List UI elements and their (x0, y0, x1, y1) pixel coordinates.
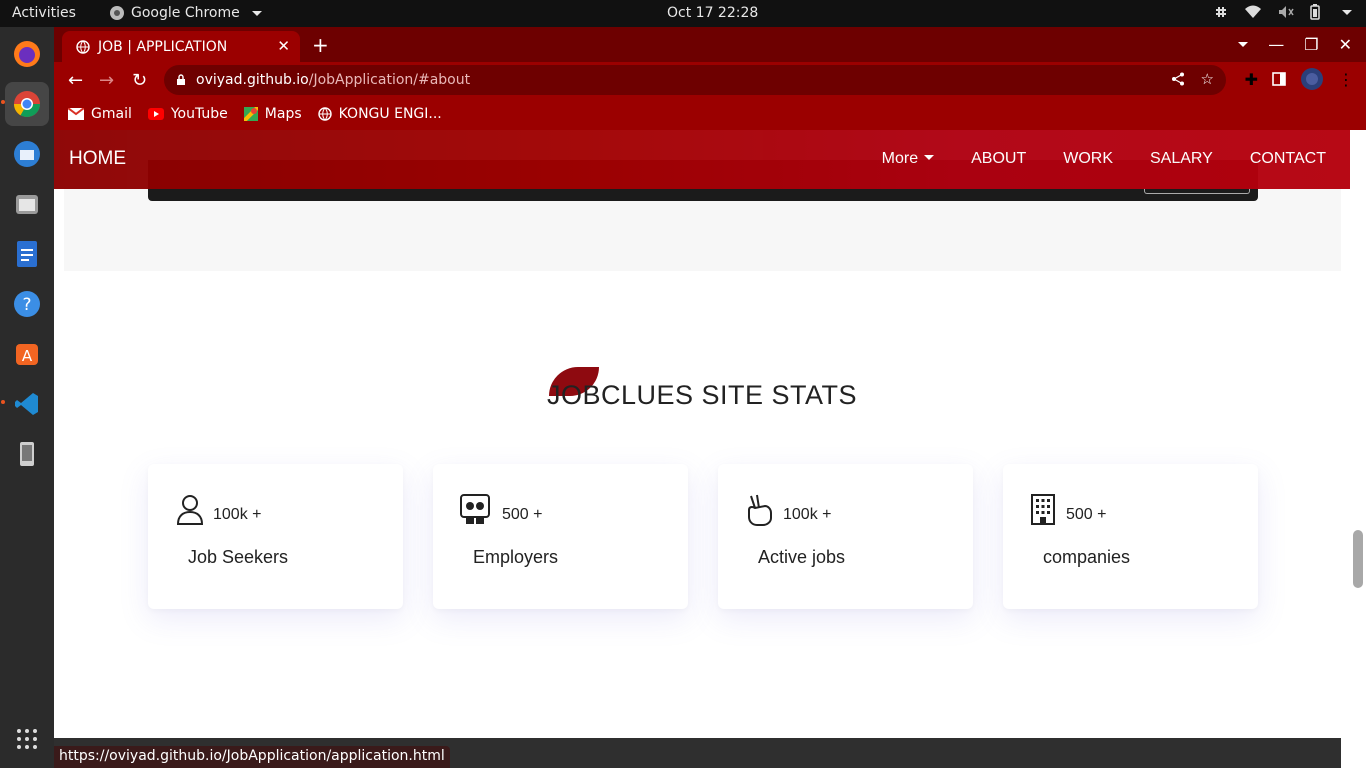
maps-icon (243, 107, 258, 121)
nav-more-label: More (881, 150, 919, 167)
tab-strip: JOB | APPLICATION ✕ + — ❐ ✕ (54, 27, 1366, 62)
tab-search-icon[interactable] (1238, 42, 1249, 47)
stat-card-active-jobs: 100k + Active jobs (718, 464, 973, 609)
stat-label: Job Seekers (188, 547, 289, 567)
writer-icon[interactable] (5, 232, 49, 276)
back-arrow-icon[interactable]: ← (68, 70, 83, 91)
close-window-icon[interactable]: ✕ (1339, 35, 1352, 54)
device-icon[interactable] (5, 432, 49, 476)
stat-card-companies: 500 + companies (1003, 464, 1258, 609)
stats-title: JOBCLUES SITE STATS (546, 380, 858, 410)
battery-icon[interactable] (1310, 4, 1320, 20)
chevron-down-icon (924, 155, 935, 160)
bookmark-maps[interactable]: Maps (243, 106, 302, 122)
address-bar[interactable]: oviyad.github.io/JobApplication/#about ☆ (164, 65, 1226, 95)
slack-icon[interactable] (1214, 5, 1228, 19)
firefox-icon[interactable] (5, 32, 49, 76)
tab-job-application[interactable]: JOB | APPLICATION ✕ (62, 31, 300, 62)
url-path: /JobApplication/#about (308, 72, 471, 88)
chevron-down-icon (251, 10, 262, 16)
globe-icon (317, 107, 332, 121)
software-store-icon[interactable]: A (5, 332, 49, 376)
nav-salary-link[interactable]: SALARY (1150, 150, 1213, 168)
files-icon[interactable] (5, 182, 49, 226)
scrollbar-thumb[interactable] (1353, 530, 1363, 588)
activities-button[interactable]: Activities (12, 5, 76, 21)
system-tray[interactable] (1214, 4, 1352, 20)
help-icon[interactable]: ? (5, 282, 49, 326)
lock-icon[interactable] (176, 73, 186, 86)
nav-menu: More ABOUT WORK SALARY CONTACT (882, 150, 1326, 168)
bookmark-gmail[interactable]: Gmail (68, 106, 132, 122)
employers-icon (460, 494, 490, 524)
site-navbar: HOME More ABOUT WORK SALARY CONTACT (54, 130, 1350, 189)
bookmarks-bar: Gmail YouTube Maps KONGU ENGI... (54, 98, 1366, 130)
building-icon (1031, 494, 1055, 525)
youtube-icon (147, 108, 164, 120)
chrome-menu-icon[interactable]: ⋮ (1338, 70, 1354, 89)
svg-text:?: ? (22, 295, 31, 315)
stat-label: Active jobs (758, 547, 846, 567)
url-host: oviyad.github.io (196, 72, 309, 88)
share-icon[interactable] (1171, 72, 1185, 86)
side-panel-icon[interactable] (1272, 72, 1286, 86)
toolbar-actions: ✚ ⋮ (1245, 67, 1354, 91)
clock[interactable]: Oct 17 22:28 (667, 5, 758, 21)
volume-icon[interactable] (1278, 5, 1294, 19)
system-top-bar: Activities Google Chrome Oct 17 22:28 (0, 0, 1366, 27)
stat-label: companies (1043, 547, 1131, 567)
stat-value: 500 + (1066, 506, 1107, 523)
close-tab-icon[interactable]: ✕ (277, 37, 290, 55)
bookmark-label: Maps (264, 106, 302, 122)
globe-icon (76, 39, 90, 54)
bookmark-youtube[interactable]: YouTube (147, 106, 228, 122)
maximize-icon[interactable]: ❐ (1304, 35, 1318, 54)
nav-home-link[interactable]: HOME (69, 148, 126, 170)
chrome-dock-icon[interactable] (5, 82, 49, 126)
bookmark-kongu[interactable]: KONGU ENGI... (317, 106, 442, 122)
stat-value: 500 + (502, 506, 543, 523)
thunderbird-icon[interactable] (5, 132, 49, 176)
link-status-bar: https://oviyad.github.io/JobApplication/… (54, 746, 450, 768)
bookmark-label: Gmail (91, 106, 132, 122)
stat-value: 100k + (213, 506, 262, 523)
new-tab-button[interactable]: + (312, 33, 329, 57)
chrome-icon (110, 6, 124, 20)
bookmark-label: KONGU ENGI... (338, 106, 442, 122)
extensions-icon[interactable]: ✚ (1245, 70, 1258, 89)
nav-contact-link[interactable]: CONTACT (1250, 150, 1326, 168)
bookmark-label: YouTube (170, 106, 228, 122)
tab-title: JOB | APPLICATION (98, 38, 228, 55)
stat-card-job-seekers: 100k + Job Seekers (148, 464, 403, 609)
stat-card-employers: 500 + Employers (433, 464, 688, 609)
page-viewport: HOME More ABOUT WORK SALARY CONTACT JOBC… (54, 130, 1366, 768)
system-menu-chevron-icon[interactable] (1342, 9, 1352, 15)
stat-label: Employers (473, 547, 559, 567)
profile-avatar[interactable] (1300, 67, 1324, 91)
hand-peace-icon (748, 494, 772, 526)
bookmark-star-icon[interactable]: ☆ (1201, 72, 1214, 87)
stat-value: 100k + (783, 506, 832, 523)
page-scrollbar[interactable] (1350, 130, 1366, 768)
app-menu[interactable]: Google Chrome (109, 5, 262, 21)
forward-arrow-icon[interactable]: → (99, 70, 114, 91)
show-apps-icon[interactable] (5, 717, 49, 761)
stats-header: JOBCLUES SITE STATS (54, 380, 1350, 411)
person-icon (176, 495, 204, 525)
nav-work-link[interactable]: WORK (1063, 150, 1113, 168)
gmail-icon (68, 108, 84, 120)
svg-text:A: A (22, 347, 33, 365)
app-menu-label: Google Chrome (131, 5, 240, 21)
browser-window: JOB | APPLICATION ✕ + — ❐ ✕ ← → ↻ oviyad… (54, 27, 1366, 768)
vscode-icon[interactable] (5, 382, 49, 426)
browser-toolbar: ← → ↻ oviyad.github.io/JobApplication/#a… (54, 62, 1366, 98)
reload-icon[interactable]: ↻ (132, 70, 147, 91)
window-controls: — ❐ ✕ (1232, 27, 1366, 62)
minimize-icon[interactable]: — (1268, 35, 1284, 54)
wifi-icon[interactable] (1244, 5, 1262, 19)
nav-about-link[interactable]: ABOUT (971, 150, 1026, 168)
nav-more-dropdown[interactable]: More (881, 150, 935, 168)
dock: ? A (0, 27, 54, 768)
